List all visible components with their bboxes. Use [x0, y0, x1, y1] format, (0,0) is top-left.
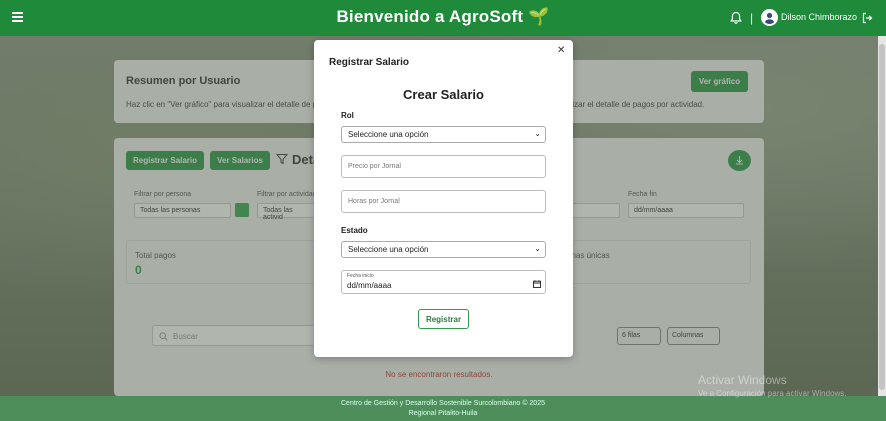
bell-icon[interactable] — [729, 11, 743, 25]
register-salary-modal: Registrar Salario ✕ Crear Salario Rol Se… — [314, 40, 573, 357]
chevron-down-icon: ⌄ — [534, 129, 541, 138]
calendar-icon[interactable] — [533, 280, 541, 288]
top-navbar: Bienvenido a AgroSoft 🌱 | Dilson Chimbor… — [0, 0, 886, 36]
rol-label: Rol — [341, 111, 354, 120]
estado-select[interactable]: Seleccione una opción ⌄ — [341, 241, 546, 258]
sprout-icon: 🌱 — [528, 7, 550, 26]
hamburger-menu-icon[interactable] — [12, 12, 23, 22]
form-title: Crear Salario — [403, 87, 484, 102]
user-name[interactable]: Dilson Chimborazo — [781, 12, 857, 22]
horas-jornal-placeholder: Horas por Jornal — [348, 198, 400, 205]
rol-select[interactable]: Seleccione una opción ⌄ — [341, 126, 546, 143]
logout-icon[interactable] — [861, 12, 873, 24]
estado-select-value: Seleccione una opción — [348, 245, 429, 254]
fecha-inicio-input[interactable]: Fecha inicio dd/mm/aaaa — [341, 270, 546, 294]
horas-jornal-input[interactable]: Horas por Jornal — [341, 190, 546, 213]
windows-activation-title: Activar Windows — [698, 373, 787, 387]
page-scrollbar[interactable] — [878, 36, 886, 396]
footer-line-2: Regional Pitalito-Huila — [408, 410, 478, 417]
precio-jornal-placeholder: Precio por Jornal — [348, 163, 401, 170]
registrar-button[interactable]: Registrar — [418, 309, 469, 329]
precio-jornal-input[interactable]: Precio por Jornal — [341, 155, 546, 178]
user-avatar-icon — [764, 12, 775, 24]
close-icon[interactable]: ✕ — [557, 45, 565, 56]
chevron-down-icon: ⌄ — [534, 244, 541, 253]
fecha-inicio-label: Fecha inicio — [347, 273, 374, 279]
rol-select-value: Seleccione una opción — [348, 130, 429, 139]
windows-activation-text: Ve a Configuración para activar Windows. — [698, 389, 847, 398]
footer-line-1: Centro de Gestión y Desarrollo Sostenibl… — [341, 400, 545, 407]
scrollbar-thumb[interactable] — [879, 44, 885, 390]
footer: Centro de Gestión y Desarrollo Sostenibl… — [0, 396, 886, 421]
header-separator: | — [750, 11, 754, 25]
modal-title: Registrar Salario — [329, 57, 410, 68]
user-avatar[interactable] — [761, 9, 778, 26]
app-title-text: Bienvenido a AgroSoft — [336, 7, 524, 26]
fecha-inicio-value: dd/mm/aaaa — [347, 281, 392, 290]
estado-label: Estado — [341, 226, 368, 235]
